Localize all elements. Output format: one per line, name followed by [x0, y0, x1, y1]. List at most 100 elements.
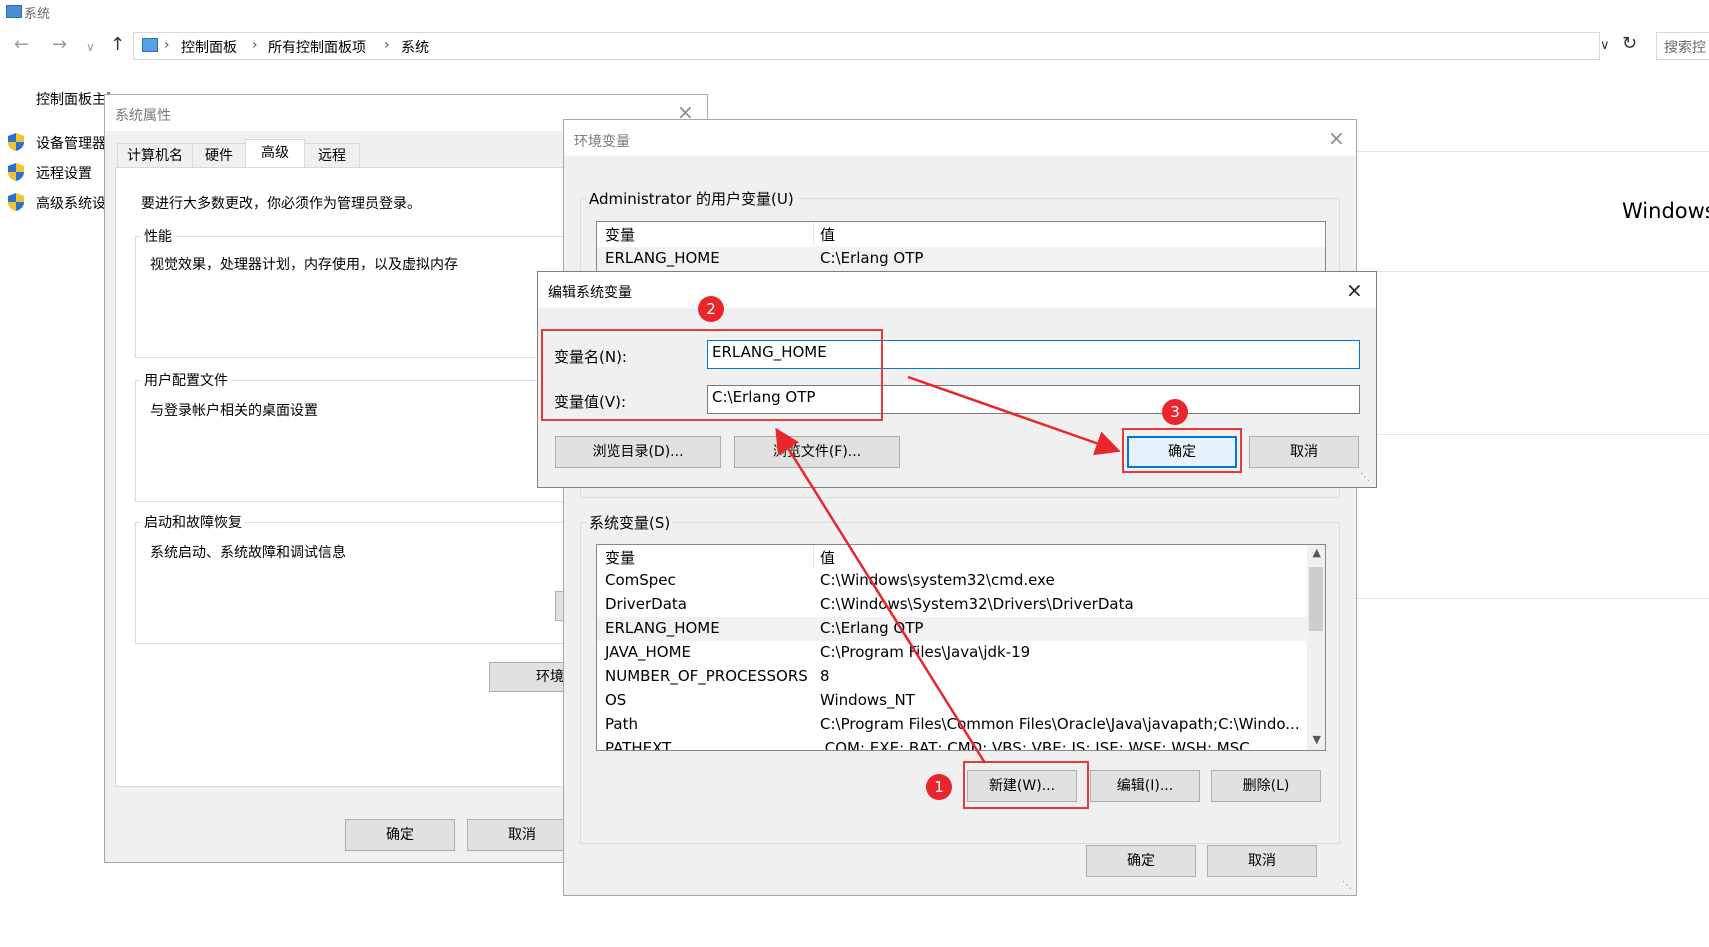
- window-title: 系统: [24, 7, 51, 22]
- list-row[interactable]: DriverData C:\Windows\System32\Drivers\D…: [597, 593, 1325, 617]
- tab-computer-name[interactable]: 计算机名: [117, 143, 193, 167]
- dialog-title: 环境变量: [574, 134, 630, 150]
- ok-button[interactable]: 确定: [345, 819, 455, 851]
- list-header: 变量 值: [597, 545, 1325, 569]
- dialog-titlebar: [564, 120, 1356, 156]
- shield-icon: [8, 133, 24, 151]
- list-row[interactable]: JAVA_HOME C:\Program Files\Java\jdk-19: [597, 641, 1325, 665]
- environment-variables-dialog: 环境变量 × Administrator 的用户变量(U) 变量 值 ERLAN…: [563, 119, 1357, 896]
- variable-name: DriverData: [605, 595, 687, 613]
- scrollbar-thumb[interactable]: [1309, 567, 1323, 631]
- variable-name: Path: [605, 715, 638, 733]
- browse-directory-button[interactable]: 浏览目录(D)...: [555, 436, 721, 468]
- cancel-button[interactable]: 取消: [467, 819, 577, 851]
- column-divider: [813, 545, 814, 569]
- sidebar-item-device-manager[interactable]: 设备管理器: [36, 133, 108, 153]
- list-row-selected[interactable]: ERLANG_HOME C:\Erlang OTP: [597, 617, 1325, 641]
- group-label: 用户配置文件: [141, 370, 231, 390]
- list-header: 变量 值: [597, 222, 1325, 246]
- variable-name: NUMBER_OF_PROCESSORS: [605, 667, 808, 685]
- highlight-ok-button-box: [1122, 428, 1242, 473]
- sidebar-home-link[interactable]: 控制面板主页: [36, 89, 110, 109]
- variable-value: C:\Windows\System32\Drivers\DriverData: [820, 595, 1134, 613]
- variable-value: 8: [820, 667, 830, 685]
- variable-value: C:\Program Files\Common Files\Oracle\Jav…: [820, 715, 1300, 733]
- forward-arrow-icon[interactable]: →: [52, 34, 67, 55]
- scroll-down-arrow-icon[interactable]: ▼: [1313, 733, 1321, 746]
- variable-value: Windows_NT: [820, 691, 915, 709]
- variable-value: .COM;.EXE;.BAT;.CMD;.VBS;.VBE;.JS;.JSE;.…: [820, 739, 1250, 751]
- browse-file-button[interactable]: 浏览文件(F)...: [734, 436, 900, 468]
- back-arrow-icon[interactable]: ←: [14, 34, 29, 55]
- highlight-new-button-box: [963, 761, 1089, 809]
- sidebar-item-advanced-settings[interactable]: 高级系统设置: [36, 193, 108, 213]
- refresh-icon[interactable]: ↻: [1622, 33, 1637, 54]
- edit-button[interactable]: 编辑(I)...: [1090, 770, 1200, 802]
- group-label: 启动和故障恢复: [141, 512, 245, 532]
- group-description: 系统启动、系统故障和调试信息: [150, 545, 346, 561]
- window-icon: [6, 5, 22, 18]
- divider: [1357, 434, 1709, 435]
- variable-name: ERLANG_HOME: [605, 249, 720, 267]
- column-header[interactable]: 变量: [605, 547, 635, 568]
- list-row[interactable]: ERLANG_HOME C:\Erlang OTP: [597, 247, 1325, 271]
- group-description: 视觉效果，处理器计划，内存使用，以及虚拟内存: [150, 257, 458, 273]
- list-row-partial[interactable]: PATHEXT .COM;.EXE;.BAT;.CMD;.VBS;.VBE;.J…: [597, 737, 1325, 751]
- recent-dropdown-icon[interactable]: ∨: [86, 40, 95, 54]
- breadcrumb-sep: ›: [164, 37, 170, 53]
- step-badge-1: 1: [926, 774, 952, 800]
- close-icon[interactable]: ×: [1328, 128, 1345, 148]
- dialog-title: 编辑系统变量: [548, 285, 632, 301]
- up-arrow-icon[interactable]: ↑: [110, 34, 125, 55]
- breadcrumb-sep: ›: [384, 37, 390, 53]
- variable-value: C:\Windows\system32\cmd.exe: [820, 571, 1055, 589]
- sidebar-item-remote-settings[interactable]: 远程设置: [36, 163, 92, 183]
- dialog-title: 系统属性: [115, 108, 171, 124]
- variable-name: JAVA_HOME: [605, 643, 692, 661]
- step-badge-3: 3: [1162, 399, 1188, 425]
- list-row[interactable]: Path C:\Program Files\Common Files\Oracl…: [597, 713, 1325, 737]
- divider: [1357, 151, 1709, 152]
- breadcrumb-item[interactable]: 所有控制面板项: [268, 37, 366, 57]
- cancel-button[interactable]: 取消: [1207, 845, 1317, 877]
- address-dropdown-icon[interactable]: ∨: [1600, 38, 1610, 53]
- breadcrumb-item[interactable]: 系统: [401, 37, 429, 57]
- ok-button[interactable]: 确定: [1086, 845, 1196, 877]
- column-divider: [813, 222, 814, 246]
- breadcrumb-item[interactable]: 控制面板: [181, 37, 237, 57]
- variable-name: ComSpec: [605, 571, 676, 589]
- column-header[interactable]: 变量: [605, 224, 635, 245]
- group-label: 系统变量(S): [586, 512, 674, 533]
- system-variables-list[interactable]: 变量 值 ComSpec C:\Windows\system32\cmd.exe…: [596, 544, 1326, 751]
- list-row[interactable]: OS Windows_NT: [597, 689, 1325, 713]
- variable-name: OS: [605, 691, 627, 709]
- control-panel-icon: [142, 38, 158, 52]
- shield-icon: [8, 193, 24, 211]
- variable-name: ERLANG_HOME: [605, 619, 720, 637]
- list-row[interactable]: NUMBER_OF_PROCESSORS 8: [597, 665, 1325, 689]
- column-header[interactable]: 值: [820, 547, 835, 568]
- variable-value: C:\Erlang OTP: [820, 249, 924, 267]
- delete-button[interactable]: 删除(L): [1211, 770, 1321, 802]
- cancel-button[interactable]: 取消: [1249, 436, 1359, 468]
- admin-note: 要进行大多数更改，你必须作为管理员登录。: [141, 196, 421, 212]
- variable-name: PATHEXT: [605, 739, 672, 751]
- resize-grip-icon[interactable]: ⋱: [1342, 880, 1352, 891]
- windows-edition-text: Windows: [1622, 199, 1709, 223]
- variable-value: C:\Program Files\Java\jdk-19: [820, 643, 1031, 661]
- divider: [1357, 271, 1709, 272]
- tab-advanced[interactable]: 高级: [245, 139, 305, 168]
- resize-grip-icon[interactable]: ⋱: [1360, 472, 1370, 483]
- tab-hardware[interactable]: 硬件: [192, 143, 246, 167]
- close-icon[interactable]: ×: [1346, 280, 1363, 300]
- tab-remote[interactable]: 远程: [304, 143, 360, 167]
- list-row[interactable]: ComSpec C:\Windows\system32\cmd.exe: [597, 569, 1325, 593]
- column-header[interactable]: 值: [820, 224, 835, 245]
- search-placeholder: 搜索控: [1664, 40, 1706, 56]
- divider: [1357, 598, 1709, 599]
- shield-icon: [8, 163, 24, 181]
- step-badge-2: 2: [698, 296, 724, 322]
- group-description: 与登录帐户相关的桌面设置: [150, 403, 318, 419]
- highlight-name-value-box: [541, 329, 883, 421]
- scroll-up-arrow-icon[interactable]: ▲: [1313, 546, 1321, 559]
